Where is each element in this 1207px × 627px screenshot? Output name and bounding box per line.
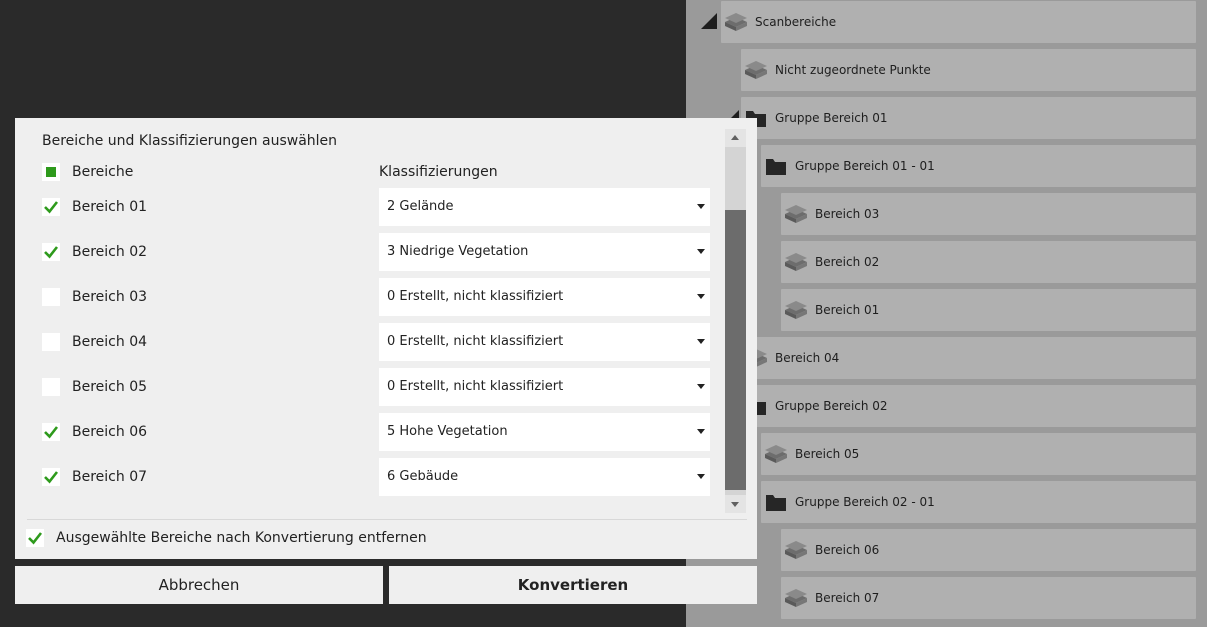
layer-tree-panel: Scanbereiche Nicht zugeordnete Punkte Gr… xyxy=(686,0,1207,627)
dropdown-arrow-icon[interactable] xyxy=(697,384,705,389)
classification-value: 6 Gebäude xyxy=(387,469,459,484)
tree-item-label: Nicht zugeordnete Punkte xyxy=(775,63,931,77)
classification-dropdown[interactable]: 0 Erstellt, nicht klassifiziert xyxy=(379,368,710,406)
dropdown-arrow-icon[interactable] xyxy=(697,249,705,254)
folder-icon xyxy=(766,159,786,175)
tree-item[interactable]: Nicht zugeordnete Punkte xyxy=(741,49,1196,91)
dropdown-arrow-icon[interactable] xyxy=(697,204,705,209)
vertical-scrollbar[interactable] xyxy=(725,129,746,513)
area-label: Bereich 06 xyxy=(72,424,148,440)
scroll-track[interactable] xyxy=(725,147,746,495)
area-label: Bereich 01 xyxy=(72,199,148,215)
select-all-checkbox[interactable] xyxy=(42,163,60,181)
tree-item[interactable]: Bereich 04 xyxy=(741,337,1196,379)
tree-item[interactable]: Gruppe Bereich 02 - 01 xyxy=(761,481,1196,523)
tree-item-label: Gruppe Bereich 01 - 01 xyxy=(795,159,935,173)
checkmark-icon xyxy=(44,201,59,214)
remove-after-convert-label: Ausgewählte Bereiche nach Konvertierung … xyxy=(56,530,427,546)
layers-icon xyxy=(785,589,807,607)
tree-item-label: Bereich 02 xyxy=(815,255,880,269)
checkmark-icon xyxy=(44,426,59,439)
area-checkbox[interactable] xyxy=(42,198,60,216)
tree-item[interactable]: Bereich 07 xyxy=(781,577,1196,619)
layers-icon xyxy=(765,445,787,463)
classification-value: 0 Erstellt, nicht klassifiziert xyxy=(387,289,564,304)
convert-button[interactable]: Konvertieren xyxy=(389,566,757,604)
area-checkbox[interactable] xyxy=(42,243,60,261)
area-label: Bereich 07 xyxy=(72,469,148,485)
remove-after-convert-checkbox[interactable] xyxy=(26,529,44,547)
checkmark-icon xyxy=(44,471,59,484)
dropdown-arrow-icon[interactable] xyxy=(697,294,705,299)
expand-triangle-icon[interactable] xyxy=(700,12,718,30)
classifications-column-header: Klassifizierungen xyxy=(379,164,498,180)
classification-value: 3 Niedrige Vegetation xyxy=(387,244,529,259)
layers-icon xyxy=(785,253,807,271)
tree-item[interactable]: Scanbereiche xyxy=(721,1,1196,43)
classification-value: 0 Erstellt, nicht klassifiziert xyxy=(387,334,564,349)
area-checkbox[interactable] xyxy=(42,468,60,486)
classification-dropdown[interactable]: 5 Hohe Vegetation xyxy=(379,413,710,451)
tree-item-label: Bereich 06 xyxy=(815,543,880,557)
area-checkbox[interactable] xyxy=(42,333,60,351)
divider xyxy=(27,519,747,520)
tree-item-label: Bereich 01 xyxy=(815,303,880,317)
tree-item[interactable]: Bereich 06 xyxy=(781,529,1196,571)
tree-item-label: Bereich 05 xyxy=(795,447,860,461)
tree-item[interactable]: Gruppe Bereich 01 - 01 xyxy=(761,145,1196,187)
cancel-button[interactable]: Abbrechen xyxy=(15,566,383,604)
tree-item[interactable]: Gruppe Bereich 01 xyxy=(741,97,1196,139)
dropdown-arrow-icon[interactable] xyxy=(697,339,705,344)
classification-dropdown[interactable]: 6 Gebäude xyxy=(379,458,710,496)
dropdown-arrow-icon[interactable] xyxy=(697,474,705,479)
tree-item[interactable]: Bereich 05 xyxy=(761,433,1196,475)
layers-icon xyxy=(725,13,747,31)
area-label: Bereich 02 xyxy=(72,244,148,260)
classification-value: 0 Erstellt, nicht klassifiziert xyxy=(387,379,564,394)
classification-dropdown[interactable]: 3 Niedrige Vegetation xyxy=(379,233,710,271)
dropdown-arrow-icon[interactable] xyxy=(697,429,705,434)
classification-dropdown[interactable]: 0 Erstellt, nicht klassifiziert xyxy=(379,278,710,316)
area-label: Bereich 05 xyxy=(72,379,148,395)
tree-item-label: Gruppe Bereich 01 xyxy=(775,111,888,125)
tree-item[interactable]: Gruppe Bereich 02 xyxy=(741,385,1196,427)
tree-item-label: Scanbereiche xyxy=(755,15,837,29)
tree-item[interactable]: Bereich 01 xyxy=(781,289,1196,331)
scroll-up-arrow-icon[interactable] xyxy=(725,129,746,147)
classification-dropdown[interactable]: 2 Gelände xyxy=(379,188,710,226)
areas-column-header: Bereiche xyxy=(72,164,134,180)
checkmark-icon xyxy=(28,532,43,545)
layers-icon xyxy=(745,61,767,79)
scroll-thumb[interactable] xyxy=(725,210,746,490)
dialog-title: Bereiche und Klassifizierungen auswählen xyxy=(42,133,338,149)
tree-item[interactable]: Bereich 03 xyxy=(781,193,1196,235)
classification-value: 2 Gelände xyxy=(387,199,454,214)
tree-item-label: Bereich 04 xyxy=(775,351,840,365)
convert-dialog: Bereiche und Klassifizierungen auswählen… xyxy=(15,118,757,559)
scroll-down-arrow-icon[interactable] xyxy=(725,495,746,513)
tree-item[interactable]: Bereich 02 xyxy=(781,241,1196,283)
checkmark-icon xyxy=(44,246,59,259)
area-checkbox[interactable] xyxy=(42,423,60,441)
tree-item-label: Gruppe Bereich 02 - 01 xyxy=(795,495,935,509)
tree-item-label: Bereich 07 xyxy=(815,591,880,605)
layers-icon xyxy=(785,301,807,319)
layers-icon xyxy=(785,205,807,223)
area-checkbox[interactable] xyxy=(42,378,60,396)
area-label: Bereich 04 xyxy=(72,334,148,350)
tree-item-label: Bereich 03 xyxy=(815,207,880,221)
tree-item-label: Gruppe Bereich 02 xyxy=(775,399,888,413)
area-label: Bereich 03 xyxy=(72,289,148,305)
classification-dropdown[interactable]: 0 Erstellt, nicht klassifiziert xyxy=(379,323,710,361)
classification-value: 5 Hohe Vegetation xyxy=(387,424,508,439)
layers-icon xyxy=(785,541,807,559)
partial-check-indicator xyxy=(46,167,56,177)
area-checkbox[interactable] xyxy=(42,288,60,306)
folder-icon xyxy=(766,495,786,511)
